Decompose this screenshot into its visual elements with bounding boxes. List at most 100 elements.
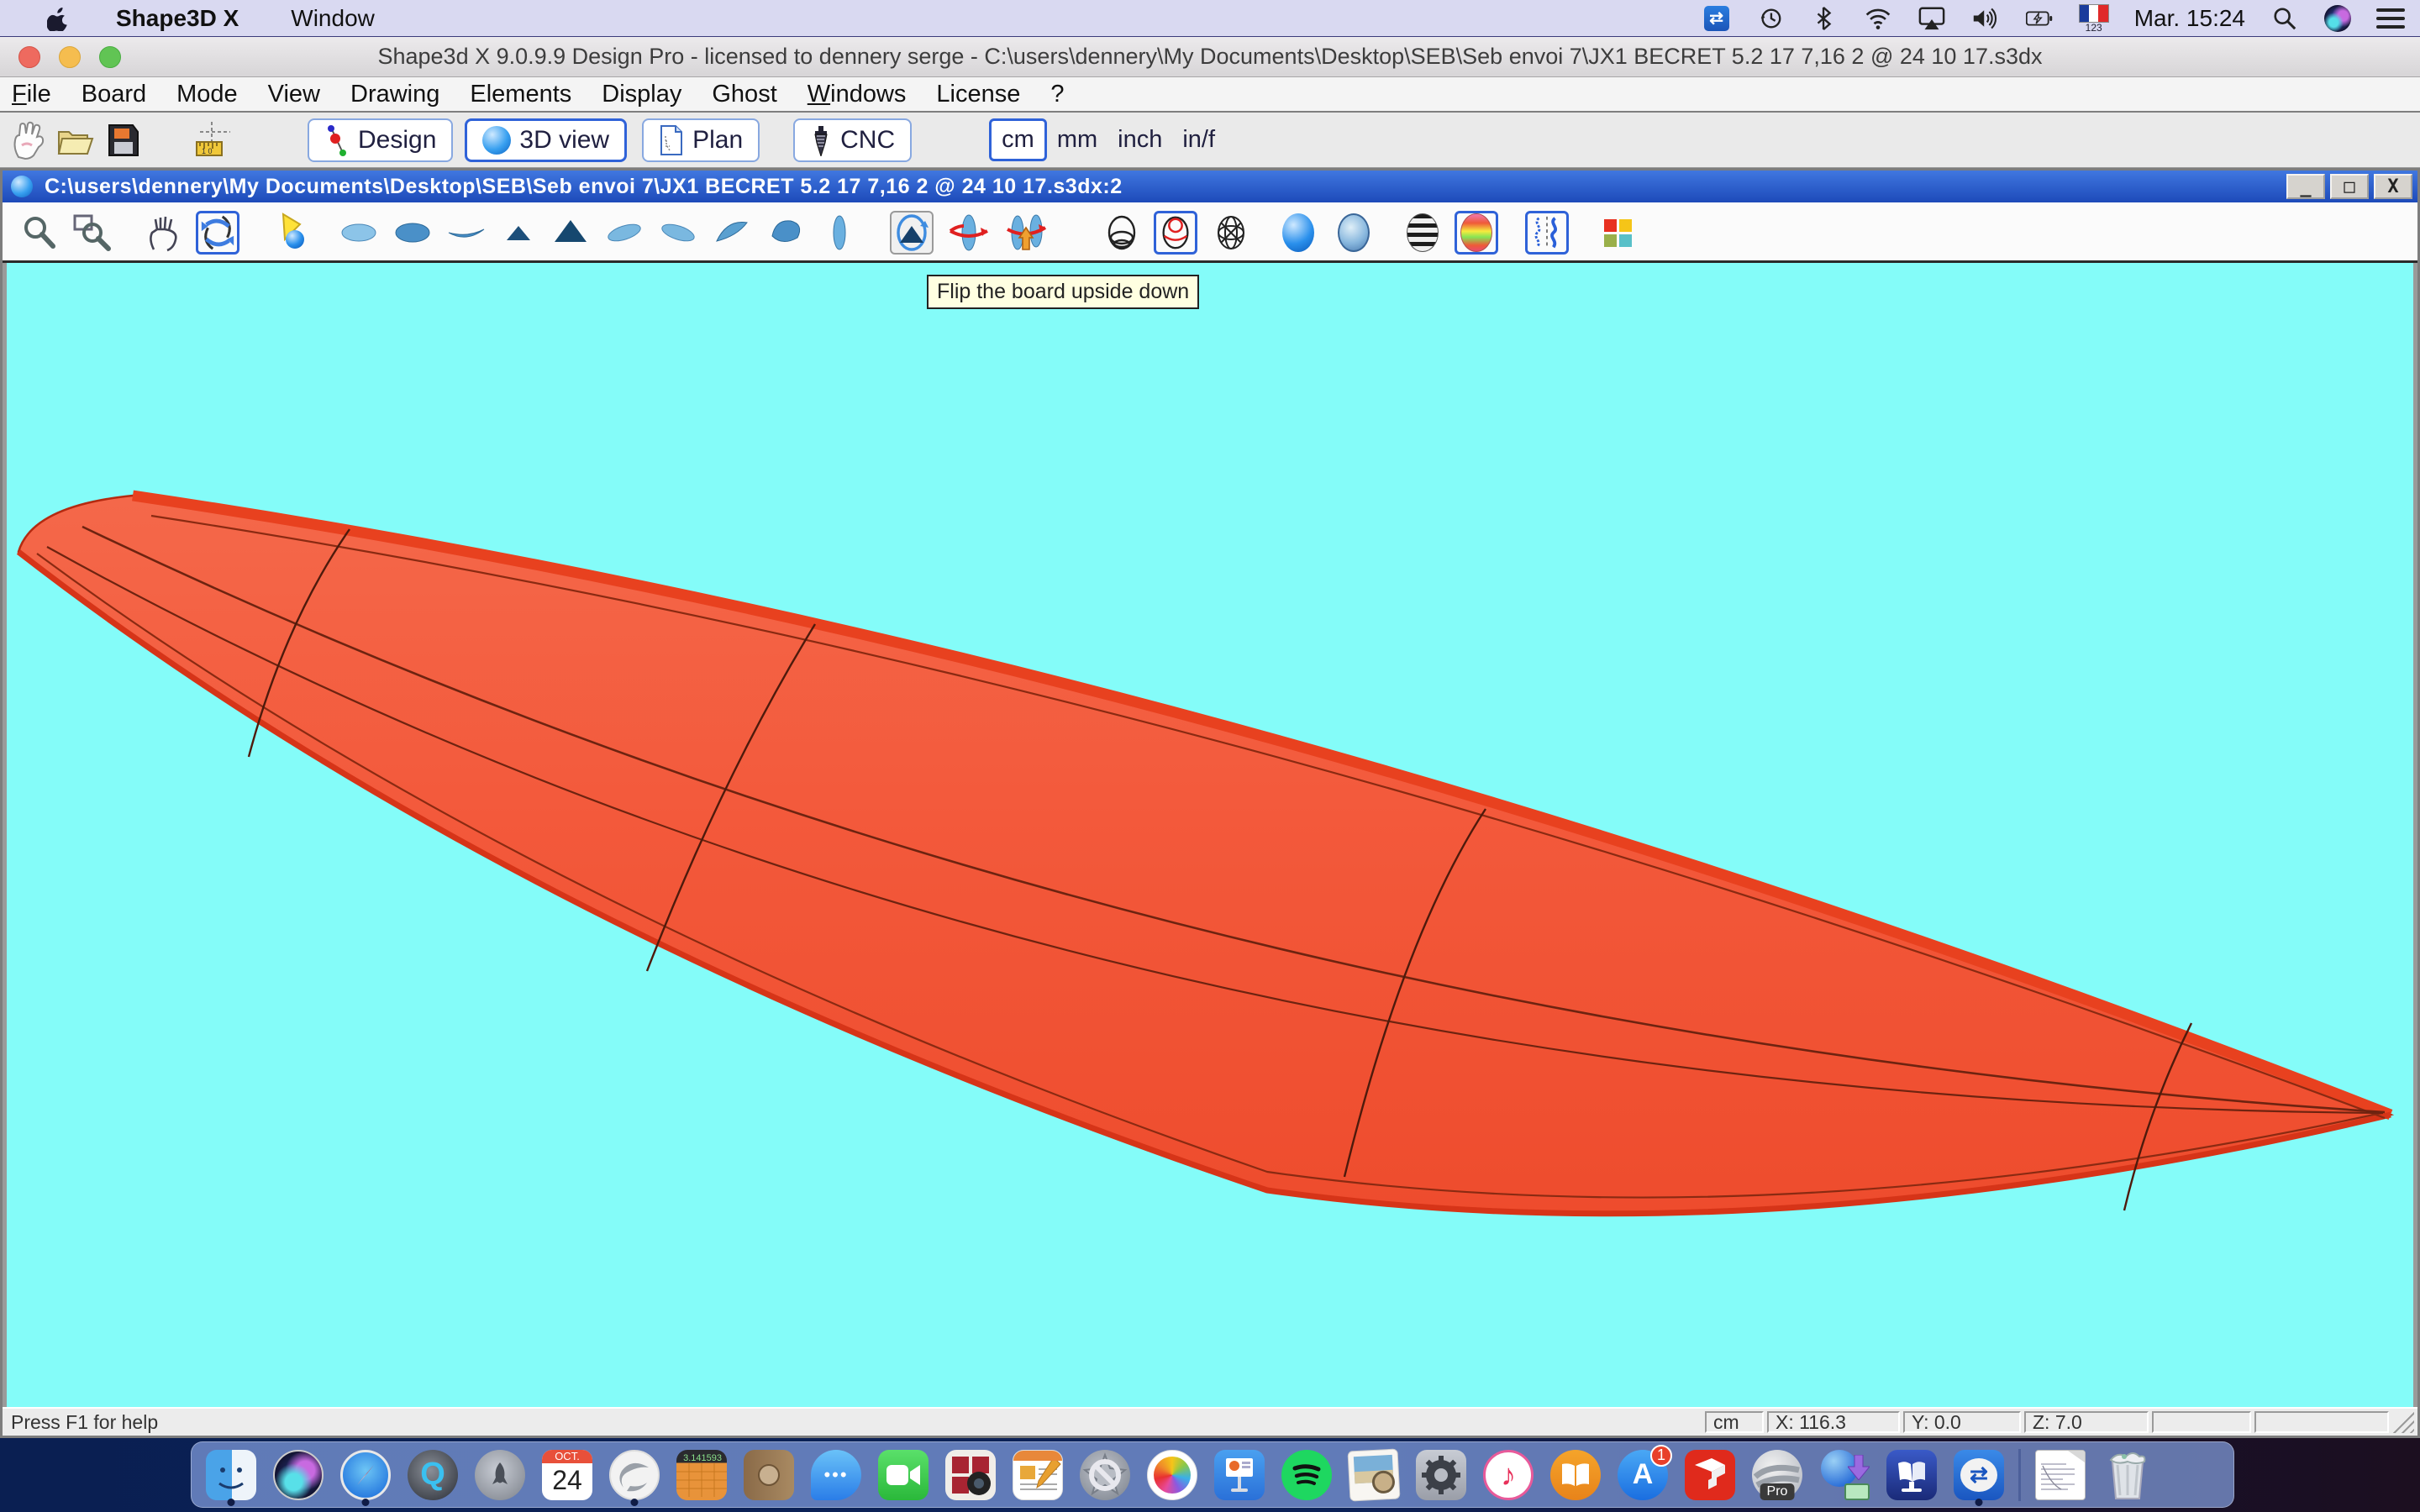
menubar-app-name[interactable]: Shape3D X <box>116 5 239 32</box>
dock-ibooks[interactable] <box>1548 1448 1603 1502</box>
teamviewer-icon[interactable]: ⇄ <box>1702 6 1731 31</box>
menubar-item-window[interactable]: Window <box>291 5 375 32</box>
unit-inch-button[interactable]: inch <box>1107 121 1172 159</box>
menu-elements[interactable]: Elements <box>470 81 571 108</box>
transparent-render-icon[interactable] <box>1332 211 1376 255</box>
dock-messages[interactable]: ••• <box>808 1448 864 1502</box>
volume-icon[interactable] <box>1971 6 2000 31</box>
dock-spotify[interactable] <box>1279 1448 1334 1502</box>
document-titlebar[interactable]: C:\users\dennery\My Documents\Desktop\SE… <box>3 171 2417 202</box>
light-icon[interactable] <box>270 211 313 255</box>
dock-preview[interactable] <box>1346 1448 1402 1502</box>
rainbow-render-icon[interactable] <box>1455 211 1498 255</box>
perspective-nose-icon[interactable] <box>764 211 808 255</box>
dock-calculator[interactable]: 3.141593 <box>674 1448 729 1502</box>
dock-photos[interactable] <box>1144 1448 1200 1502</box>
rotate-board-icon[interactable] <box>947 211 991 255</box>
menu-help[interactable]: ? <box>1050 81 1064 108</box>
nose-view-icon[interactable] <box>549 211 592 255</box>
new-board-glove-icon[interactable] <box>5 117 52 164</box>
dock-finder[interactable] <box>203 1448 259 1502</box>
dock-quicktime[interactable]: Q <box>405 1448 460 1502</box>
mesh-sphere-icon[interactable] <box>1209 211 1253 255</box>
doc-close-button[interactable]: X <box>2374 174 2412 199</box>
search-icon[interactable] <box>2270 6 2299 31</box>
dock-document-file[interactable] <box>2033 1448 2088 1502</box>
doc-maximize-button[interactable]: □ <box>2330 174 2369 199</box>
dock-sketchup[interactable] <box>1682 1448 1738 1502</box>
battery-icon[interactable] <box>2025 6 2054 31</box>
dock-remote-book[interactable] <box>1884 1448 1939 1502</box>
3d-canvas[interactable] <box>3 263 2417 1407</box>
design-mode-button[interactable]: Design <box>308 118 453 162</box>
rocker-profile-icon[interactable] <box>445 211 488 255</box>
perspective-tail-icon[interactable] <box>710 211 754 255</box>
board-top-view-icon[interactable] <box>337 211 381 255</box>
dock-pages[interactable] <box>1010 1448 1065 1502</box>
time-machine-icon[interactable] <box>1756 6 1785 31</box>
menu-board[interactable]: Board <box>82 81 146 108</box>
dock-google-earth[interactable]: Pro <box>1749 1448 1805 1502</box>
dock-calendar[interactable]: OCT.24 <box>539 1448 595 1502</box>
dock-wave-app[interactable] <box>607 1448 662 1502</box>
board-bottom-view-icon[interactable] <box>391 211 434 255</box>
flip-upside-down-icon[interactable] <box>1004 211 1048 255</box>
menu-license[interactable]: License <box>936 81 1020 108</box>
outline-view-icon[interactable] <box>818 211 861 255</box>
siri-icon[interactable] <box>2324 5 2351 32</box>
cnc-mode-button[interactable]: CNC <box>793 118 912 162</box>
apple-menu-icon[interactable] <box>47 6 69 31</box>
curvature-curves-icon[interactable] <box>1525 211 1569 255</box>
unit-cm-button[interactable]: cm <box>989 118 1047 161</box>
unit-mm-button[interactable]: mm <box>1047 121 1107 159</box>
perspective-left-icon[interactable] <box>602 211 646 255</box>
dock-teamviewer[interactable]: ⇄ <box>1951 1448 2007 1502</box>
dock-siri[interactable] <box>271 1448 326 1502</box>
plan-mode-button[interactable]: Plan <box>642 118 760 162</box>
zoom-window-icon[interactable] <box>70 211 113 255</box>
airplay-icon[interactable] <box>1918 6 1946 31</box>
pan-hand-icon[interactable] <box>144 211 187 255</box>
wifi-icon[interactable] <box>1864 6 1892 31</box>
tail-view-icon[interactable] <box>497 211 540 255</box>
dock-remote-transfer[interactable] <box>1817 1448 1872 1502</box>
dock-facetime[interactable] <box>876 1448 931 1502</box>
swap-nose-tail-icon[interactable] <box>890 211 934 255</box>
doc-minimize-button[interactable]: _ <box>2286 174 2325 199</box>
measure-ruler-icon[interactable]: 1 0 <box>188 117 235 164</box>
notification-list-icon[interactable] <box>2376 8 2405 29</box>
save-icon[interactable] <box>99 117 146 164</box>
menu-mode[interactable]: Mode <box>176 81 238 108</box>
wireframe-sections-icon[interactable] <box>1154 211 1197 255</box>
bluetooth-icon[interactable] <box>1810 6 1839 31</box>
solid-render-icon[interactable] <box>1276 211 1320 255</box>
dock-system-preferences[interactable] <box>1413 1448 1469 1502</box>
dock-safari[interactable] <box>338 1448 393 1502</box>
dock-contacts[interactable] <box>741 1448 797 1502</box>
dock-trash[interactable] <box>2100 1448 2155 1502</box>
dock-blocked-app[interactable] <box>1077 1448 1133 1502</box>
open-folder-icon[interactable] <box>52 117 99 164</box>
dock-photo-booth[interactable] <box>943 1448 998 1502</box>
keyboard-flag-fr-icon[interactable]: 123 <box>2079 4 2109 33</box>
dock-keynote[interactable] <box>1212 1448 1267 1502</box>
rotate-3d-icon[interactable] <box>196 211 239 255</box>
menu-display[interactable]: Display <box>602 81 681 108</box>
unit-inf-button[interactable]: in/f <box>1172 121 1225 159</box>
zebra-render-icon[interactable] <box>1401 211 1444 255</box>
dock-itunes[interactable]: ♪ <box>1481 1448 1536 1502</box>
3d-view-mode-button[interactable]: 3D view <box>465 118 627 162</box>
menu-file[interactable]: File <box>12 81 51 108</box>
menu-windows[interactable]: Windows <box>808 81 907 108</box>
menubar-clock[interactable]: Mar. 15:24 <box>2134 5 2245 32</box>
color-settings-icon[interactable] <box>1596 211 1639 255</box>
menu-drawing[interactable]: Drawing <box>350 81 439 108</box>
resize-grip[interactable] <box>2392 1411 2414 1433</box>
perspective-right-icon[interactable] <box>656 211 700 255</box>
menu-ghost[interactable]: Ghost <box>712 81 776 108</box>
wireframe-sphere-icon[interactable] <box>1100 211 1144 255</box>
zoom-icon[interactable] <box>18 211 61 255</box>
dock-app-store[interactable]: A 1 <box>1615 1448 1670 1502</box>
menu-view[interactable]: View <box>268 81 320 108</box>
dock-launchpad[interactable] <box>472 1448 528 1502</box>
